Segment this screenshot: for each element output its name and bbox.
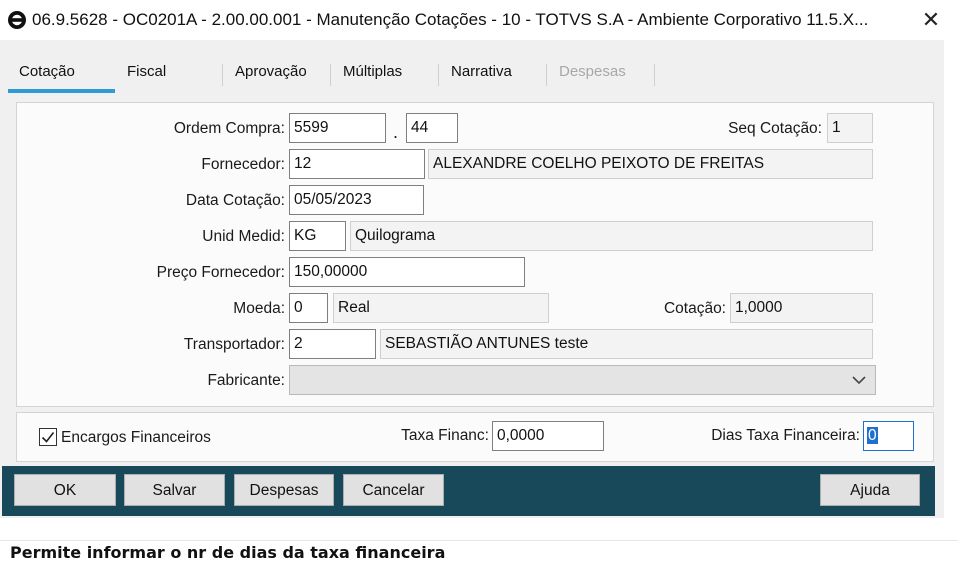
tab-cotacao[interactable]: Cotação — [19, 63, 75, 87]
data-cotacao-input[interactable]: 05/05/2023 — [289, 185, 424, 215]
unid-medid-input[interactable]: KG — [289, 221, 346, 251]
salvar-button[interactable]: Salvar — [124, 474, 225, 506]
ok-button[interactable]: OK — [14, 474, 116, 506]
fabricante-label: Fabricante: — [207, 372, 285, 389]
close-button[interactable]: ✕ — [918, 8, 944, 32]
tab-aprovacao[interactable]: Aprovação — [235, 63, 307, 87]
data-cotacao-label: Data Cotação: — [185, 192, 285, 209]
cancelar-button[interactable]: Cancelar — [343, 474, 444, 506]
tab-separator — [438, 64, 439, 86]
dias-taxa-selected-value: 0 — [867, 427, 878, 444]
preco-fornecedor-input[interactable]: 150,00000 — [289, 257, 525, 287]
cotacao-field: 1,0000 — [730, 293, 873, 323]
dias-taxa-financeira-input[interactable]: 0 — [863, 421, 914, 451]
tab-separator — [222, 64, 223, 86]
transportador-label: Transportador: — [183, 336, 285, 353]
totvs-logo-icon — [8, 11, 26, 29]
ordem-separator: . — [393, 122, 399, 142]
taxa-financ-input[interactable]: 0,0000 — [492, 421, 604, 451]
preco-fornecedor-label: Preço Fornecedor: — [156, 264, 285, 281]
fabricante-combobox[interactable] — [289, 365, 876, 395]
ordem-seq-input[interactable]: 44 — [406, 113, 458, 143]
moeda-label: Moeda: — [233, 300, 285, 317]
fornecedor-code-input[interactable]: 12 — [289, 149, 425, 179]
cotacao-label: Cotação: — [663, 300, 726, 317]
despesas-button[interactable]: Despesas — [234, 474, 334, 506]
fornecedor-label: Fornecedor: — [201, 156, 285, 173]
active-tab-indicator — [8, 89, 115, 93]
ordem-compra-label: Ordem Compra: — [173, 120, 285, 137]
tab-fiscal[interactable]: Fiscal — [127, 63, 166, 87]
tab-despesas: Despesas — [559, 63, 626, 80]
close-icon: ✕ — [921, 7, 941, 32]
status-message: Permite informar o nr de dias da taxa fi… — [10, 543, 446, 562]
seq-cotacao-label: Seq Cotação: — [728, 120, 822, 137]
tab-multiplas[interactable]: Múltiplas — [343, 63, 402, 87]
encargos-financeiros-label: Encargos Financeiros — [61, 429, 211, 446]
seq-cotacao-field: 1 — [827, 113, 873, 143]
transportador-name-field: SEBASTIÃO ANTUNES teste — [380, 329, 873, 359]
moeda-description: Real — [333, 293, 549, 323]
cotacao-panel — [16, 102, 934, 407]
unid-medid-description: Quilograma — [350, 221, 873, 251]
transportador-code-input[interactable]: 2 — [289, 329, 376, 359]
checkmark-icon — [41, 432, 55, 443]
ajuda-button[interactable]: Ajuda — [820, 474, 920, 506]
ordem-compra-input[interactable]: 5599 — [289, 113, 386, 143]
fornecedor-name-field: ALEXANDRE COELHO PEIXOTO DE FREITAS — [428, 149, 873, 179]
window-title: 06.9.5628 - OC0201A - 2.00.00.001 - Manu… — [32, 10, 869, 29]
tab-separator — [330, 64, 331, 86]
encargos-financeiros-checkbox[interactable] — [39, 428, 57, 446]
unid-medid-label: Unid Medid: — [202, 228, 285, 245]
moeda-code-input[interactable]: 0 — [289, 293, 328, 323]
tab-narrativa[interactable]: Narrativa — [451, 63, 512, 87]
chevron-down-icon — [852, 376, 866, 385]
tab-separator — [546, 64, 547, 86]
dias-taxa-financeira-label: Dias Taxa Financeira: — [711, 427, 860, 444]
window-edge — [944, 40, 958, 540]
taxa-financ-label: Taxa Financ: — [401, 427, 489, 444]
tab-separator — [654, 64, 655, 86]
